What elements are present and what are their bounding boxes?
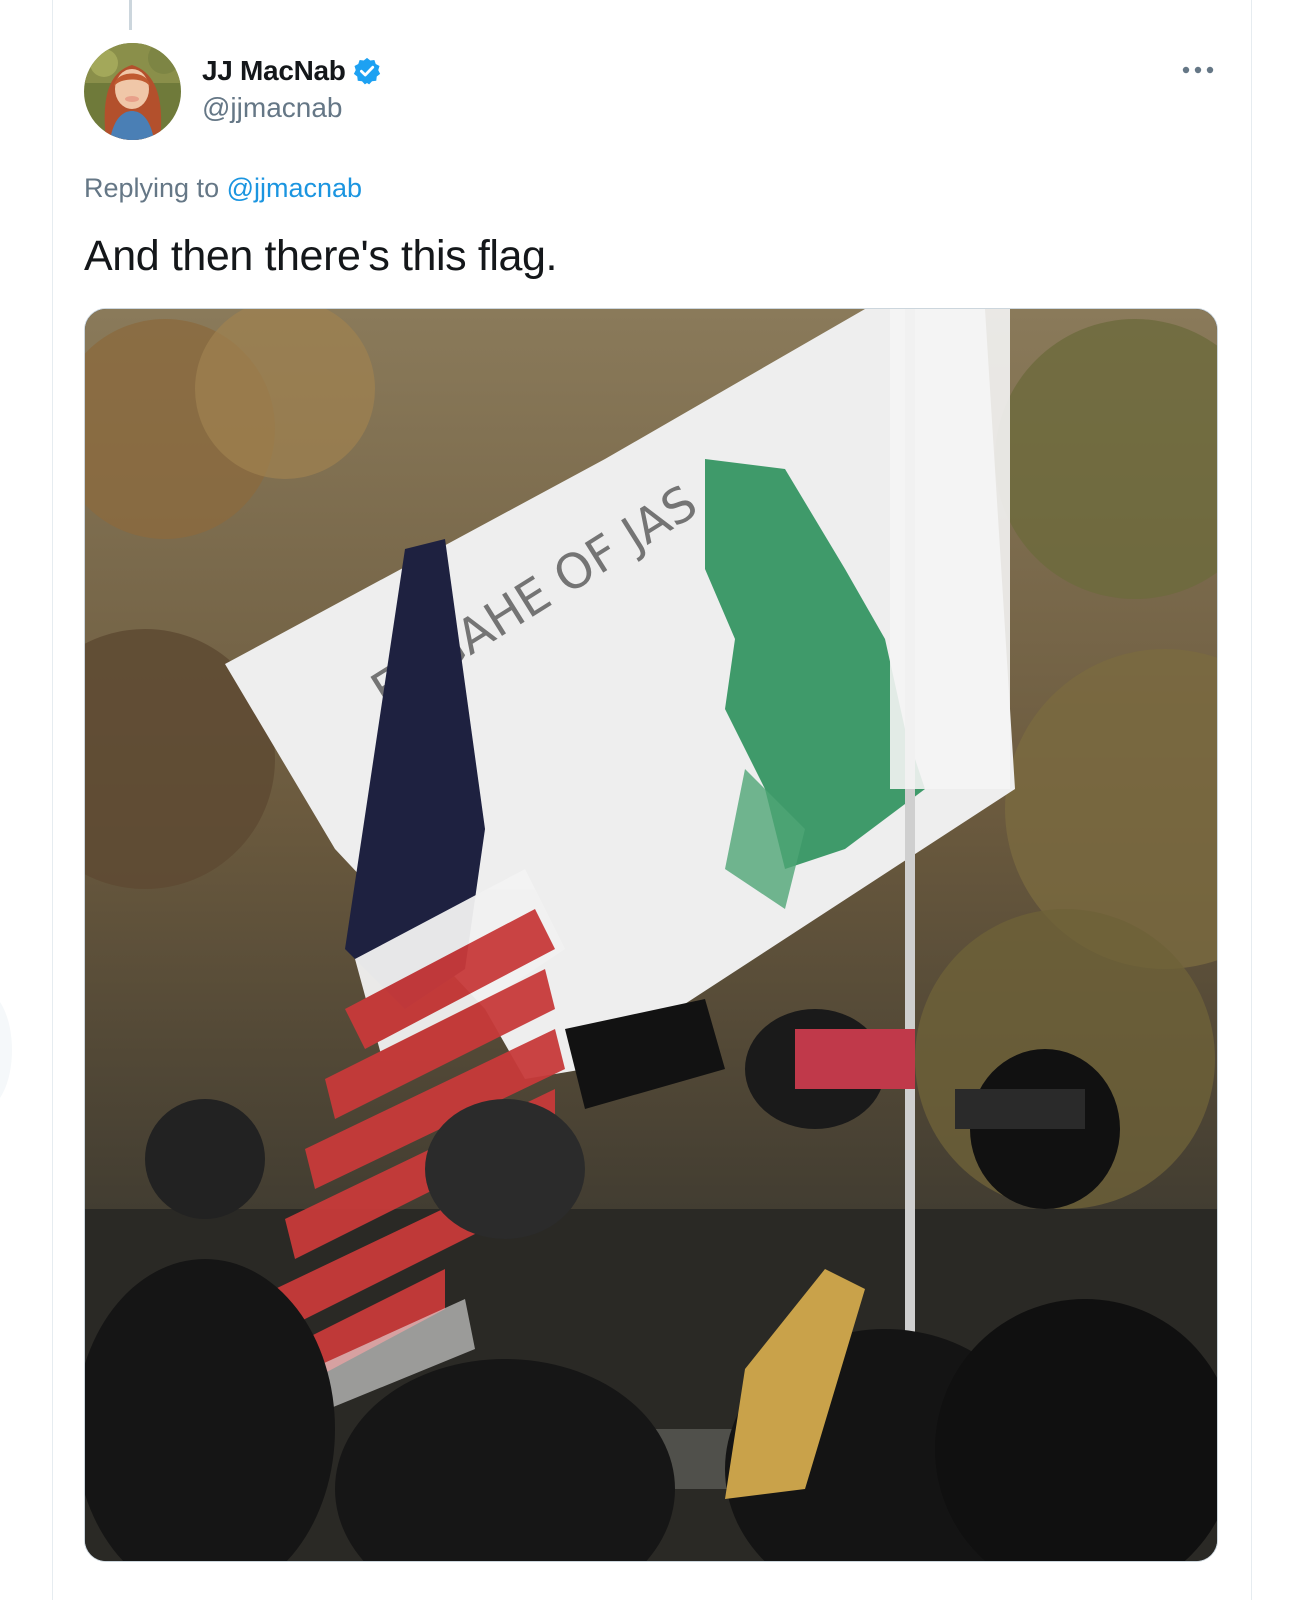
edge-decoration [0, 990, 12, 1110]
tweet-page: JJ MacNab @jjmacnab Replying to @jjmacna… [0, 0, 1298, 1600]
video-frame-image: EVGAHE OF JAS [85, 309, 1217, 1561]
verified-badge-icon [352, 56, 382, 86]
tweet-text: And then there's this flag. [84, 232, 558, 280]
thread-connector-line [129, 0, 132, 30]
avatar[interactable] [84, 43, 181, 140]
tweet-video-media[interactable]: EVGAHE OF JAS [84, 308, 1218, 1562]
more-options-icon[interactable] [1176, 55, 1220, 85]
replying-to-handle-link[interactable]: @jjmacnab [227, 173, 362, 203]
replying-to-line: Replying to @jjmacnab [84, 173, 362, 204]
user-handle[interactable]: @jjmacnab [202, 92, 342, 124]
user-display-name[interactable]: JJ MacNab [202, 55, 346, 87]
column-border-right [1251, 0, 1252, 1600]
column-border-left [52, 0, 53, 1600]
user-name-row[interactable]: JJ MacNab [202, 52, 382, 90]
replying-to-prefix: Replying to [84, 173, 220, 203]
